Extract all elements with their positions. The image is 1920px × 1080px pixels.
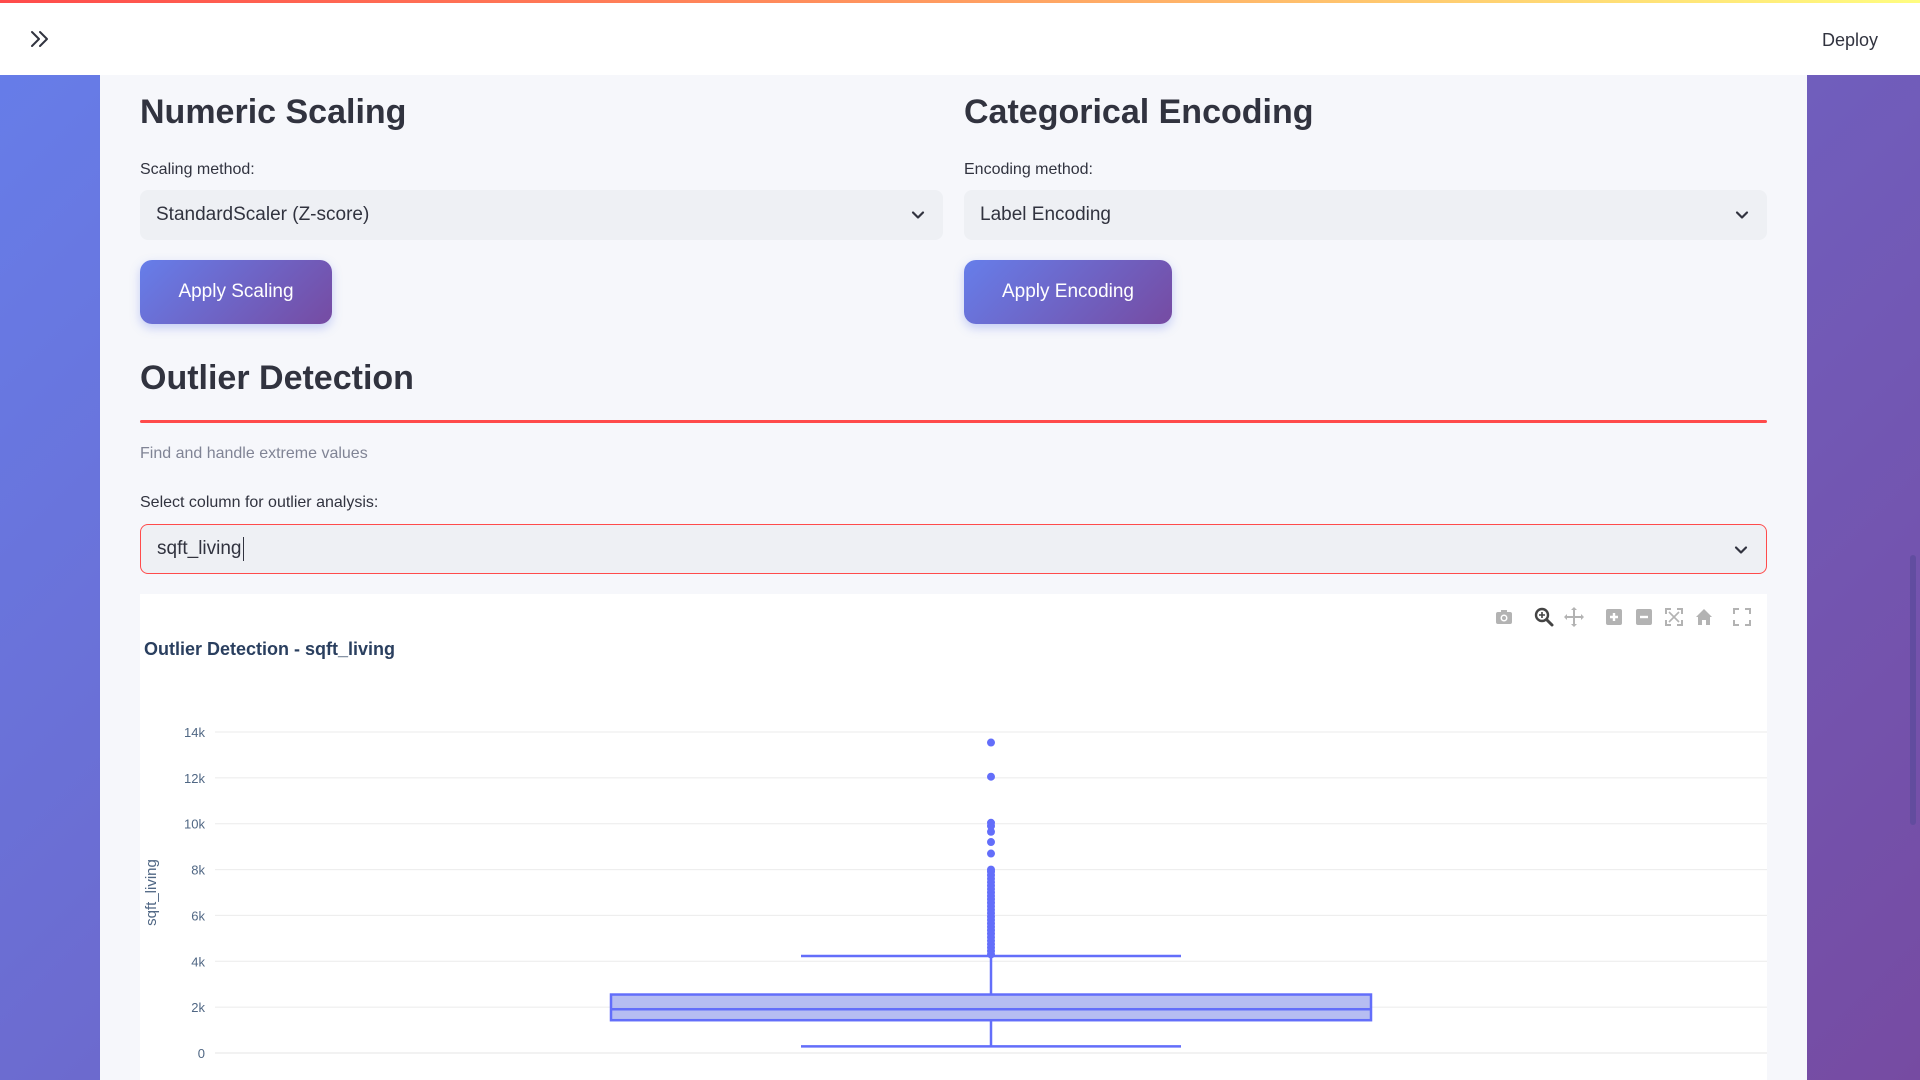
outlier-point: [987, 916, 995, 925]
outlier-box-plot: Outlier Detection - sqft_living 0 2k 4k 6k 8…: [140, 594, 1767, 1080]
section-divider: [140, 420, 1767, 423]
outlier-point: [987, 902, 995, 911]
numeric-scaling-title: Numeric Scaling: [140, 93, 407, 131]
chevron-down-icon: [1734, 546, 1748, 554]
text-caret: [242, 537, 244, 561]
autoscale-icon[interactable]: [1663, 606, 1685, 628]
outlier-column-select[interactable]: sqft_living: [140, 524, 1767, 574]
outlier-detection-title: Outlier Detection: [140, 359, 414, 397]
outlier-point: [987, 946, 995, 955]
apply-scaling-button[interactable]: Apply Scaling: [140, 260, 332, 324]
outlier-point: [987, 905, 995, 914]
scaling-method-value: StandardScaler (Z-score): [156, 204, 370, 225]
zoom-icon[interactable]: [1533, 606, 1555, 628]
plot-modebar: [1493, 606, 1753, 630]
encoding-method-label: Encoding method:: [964, 161, 1093, 178]
fullscreen-icon[interactable]: [1731, 606, 1753, 628]
y-tick-label: 6k: [191, 908, 205, 923]
outlier-point: [987, 838, 995, 847]
outlier-point: [987, 895, 995, 904]
outlier-point: [987, 867, 995, 876]
outlier-point: [987, 891, 995, 900]
zoom-in-icon[interactable]: [1603, 606, 1625, 628]
outlier-point: [987, 849, 995, 858]
apply-encoding-button[interactable]: Apply Encoding: [964, 260, 1172, 324]
app-header: Deploy: [0, 3, 1920, 75]
outlier-point: [987, 933, 995, 942]
outlier-point: [987, 865, 995, 874]
outlier-point: [987, 909, 995, 918]
outlier-caption: Find and handle extreme values: [140, 445, 368, 462]
encoding-method-select[interactable]: Label Encoding: [964, 190, 1767, 240]
chevron-down-icon: [911, 211, 925, 219]
outlier-point: [987, 885, 995, 894]
y-tick-label: 12k: [184, 771, 205, 786]
y-axis-label: sqft_living: [143, 859, 160, 926]
outlier-point: [987, 888, 995, 897]
deploy-button[interactable]: Deploy: [1822, 25, 1878, 55]
y-tick-label: 0: [198, 1046, 205, 1061]
scaling-method-label: Scaling method:: [140, 161, 255, 178]
iqr-box: [609, 993, 1373, 1022]
top-decoration-stripe: [0, 0, 1920, 3]
outlier-point: [987, 772, 995, 781]
outlier-point: [987, 912, 995, 921]
reset-axes-icon[interactable]: [1693, 606, 1715, 628]
outlier-point: [987, 878, 995, 887]
outlier-point: [987, 822, 995, 831]
outlier-point: [987, 919, 995, 928]
y-tick-label: 8k: [191, 863, 205, 878]
y-tick-label: 2k: [191, 1000, 205, 1015]
outlier-column-value[interactable]: sqft_living: [157, 538, 242, 560]
outlier-point: [987, 940, 995, 949]
pan-icon[interactable]: [1563, 606, 1585, 628]
chevron-down-icon: [1735, 211, 1749, 219]
outlier-point: [987, 950, 995, 959]
outlier-point: [987, 827, 995, 836]
outlier-point: [987, 936, 995, 945]
outlier-point: [987, 738, 995, 747]
double-chevron-right-icon: [31, 31, 48, 47]
sidebar-toggle-button[interactable]: [26, 27, 54, 51]
scaling-method-select[interactable]: StandardScaler (Z-score): [140, 190, 943, 240]
page-scrollbar[interactable]: [1910, 555, 1916, 825]
y-tick-label: 14k: [184, 725, 205, 740]
outlier-point: [987, 881, 995, 890]
outlier-point: [987, 874, 995, 883]
outlier-column-label: Select column for outlier analysis:: [140, 494, 379, 511]
main-content: Numeric Scaling Scaling method: Standard…: [100, 75, 1807, 1080]
plot-area: 0 2k 4k 6k 8k 10k 12k 14k sqft_living: [143, 725, 1767, 1061]
zoom-out-icon[interactable]: [1633, 606, 1655, 628]
outlier-point: [987, 898, 995, 907]
outlier-point: [987, 929, 995, 938]
outlier-point: [987, 871, 995, 880]
camera-icon[interactable]: [1493, 606, 1515, 628]
outlier-point: [987, 926, 995, 935]
outlier-point: [987, 943, 995, 952]
y-tick-label: 10k: [184, 817, 205, 832]
categorical-encoding-title: Categorical Encoding: [964, 93, 1314, 131]
y-tick-label: 4k: [191, 954, 205, 969]
outlier-point: [987, 818, 995, 827]
chart-title: Outlier Detection - sqft_living: [144, 639, 396, 659]
encoding-method-value: Label Encoding: [980, 204, 1111, 225]
outlier-point: [987, 922, 995, 931]
